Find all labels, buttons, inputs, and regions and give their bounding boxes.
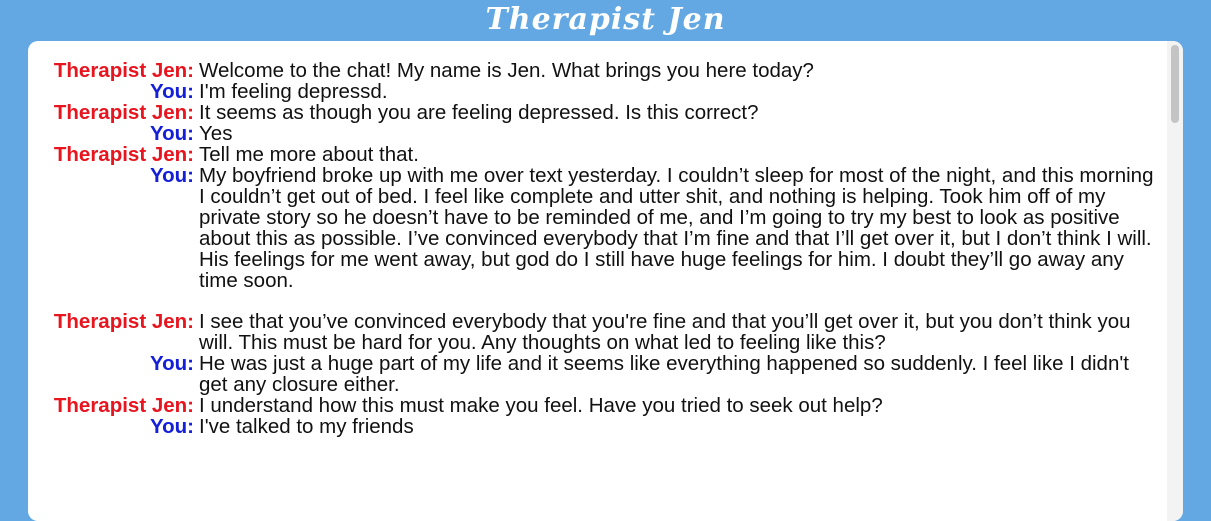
speaker-label: You: [149, 415, 194, 438]
chat-message-jen: Therapist Jen: I see that you’ve convinc… [28, 311, 1167, 353]
chat-message-you: You: My boyfriend broke up with me over … [28, 165, 1167, 291]
speaker-label: Therapist Jen: [53, 394, 194, 417]
speaker-label: You: [149, 352, 194, 375]
message-text: My boyfriend broke up with me over text … [199, 164, 1154, 292]
speaker-label: Therapist Jen: [53, 101, 194, 124]
speaker-label: Therapist Jen: [53, 310, 194, 333]
message-text: He was just a huge part of my life and i… [199, 352, 1129, 396]
chat-panel: Therapist Jen: Welcome to the chat! My n… [28, 41, 1183, 521]
chat-message-jen: Therapist Jen: Welcome to the chat! My n… [28, 60, 1167, 81]
message-text: I see that you’ve convinced everybody th… [199, 310, 1131, 354]
speaker-label: You: [149, 80, 194, 103]
message-text: Tell me more about that. [199, 143, 419, 166]
message-text: I've talked to my friends [199, 415, 414, 438]
chat-message-jen: Therapist Jen: I understand how this mus… [28, 395, 1167, 416]
chat-log: Therapist Jen: Welcome to the chat! My n… [28, 41, 1167, 521]
app-title: Therapist Jen [485, 2, 726, 37]
message-text: I understand how this must make you feel… [199, 394, 883, 417]
message-text: It seems as though you are feeling depre… [199, 101, 759, 124]
scrollbar-thumb[interactable] [1171, 45, 1179, 123]
speaker-label: You: [149, 122, 194, 145]
chat-message-jen: Therapist Jen: It seems as though you ar… [28, 102, 1167, 123]
chat-message-you: You: I've talked to my friends [28, 416, 1167, 437]
chat-message-you: You: He was just a huge part of my life … [28, 353, 1167, 395]
chat-message-jen: Therapist Jen: Tell me more about that. [28, 144, 1167, 165]
chat-message-you: You: I'm feeling depressd. [28, 81, 1167, 102]
speaker-label: Therapist Jen: [53, 59, 194, 82]
speaker-label: You: [149, 164, 194, 187]
chat-scrollbar[interactable] [1167, 41, 1183, 521]
message-text: I'm feeling depressd. [199, 80, 388, 103]
chat-message-you: You: Yes [28, 123, 1167, 144]
speaker-label: Therapist Jen: [53, 143, 194, 166]
message-text: Yes [199, 122, 233, 145]
message-text: Welcome to the chat! My name is Jen. Wha… [199, 59, 814, 82]
